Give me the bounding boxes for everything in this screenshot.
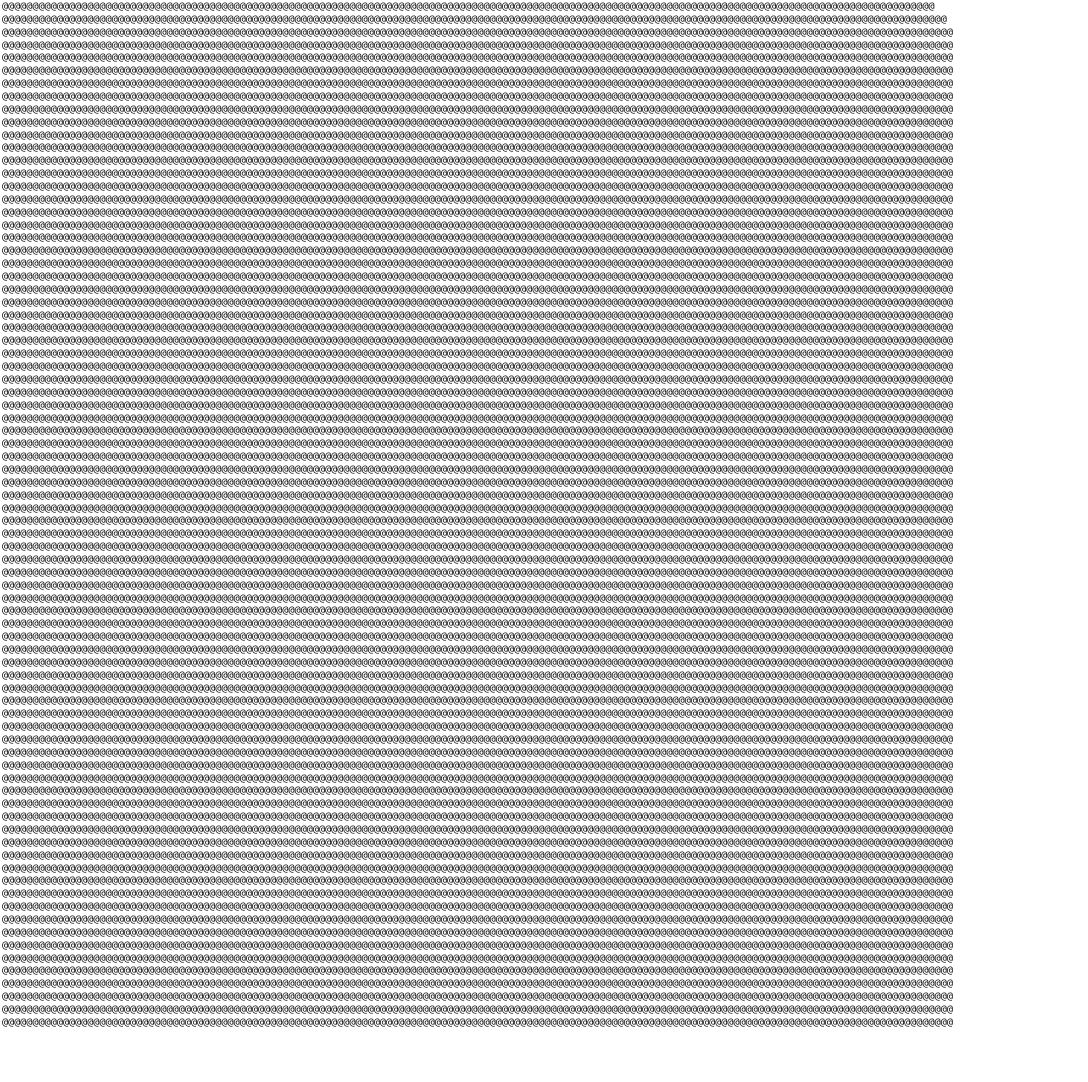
ascii-art-line: @@@@@@@@@@@@@@@@@@@@@@@@@@@@@@@@@@@@@@@@… <box>2 296 953 308</box>
ascii-art-line: @@@@@@@@@@@@@@@@@@@@@@@@@@@@@@@@@@@@@@@@… <box>2 502 953 514</box>
ascii-art-line: @@@@@@@@@@@@@@@@@@@@@@@@@@@@@@@@@@@@@@@@… <box>2 759 953 771</box>
ascii-art-line: @@@@@@@@@@@@@@@@@@@@@@@@@@@@@@@@@@@@@@@@… <box>2 952 953 964</box>
ascii-art-line: @@@@@@@@@@@@@@@@@@@@@@@@@@@@@@@@@@@@@@@@… <box>2 618 953 630</box>
ascii-art-line: @@@@@@@@@@@@@@@@@@@@@@@@@@@@@@@@@@@@@@@@… <box>2 52 953 64</box>
ascii-art-line: @@@@@@@@@@@@@@@@@@@@@@@@@@@@@@@@@@@@@@@@… <box>2 451 953 463</box>
ascii-art-line: @@@@@@@@@@@@@@@@@@@@@@@@@@@@@@@@@@@@@@@@… <box>2 489 953 501</box>
ascii-art-line: @@@@@@@@@@@@@@@@@@@@@@@@@@@@@@@@@@@@@@@@… <box>2 798 953 810</box>
ascii-art-line: @@@@@@@@@@@@@@@@@@@@@@@@@@@@@@@@@@@@@@@@… <box>2 541 953 553</box>
ascii-art-line: @@@@@@@@@@@@@@@@@@@@@@@@@@@@@@@@@@@@@@@@… <box>2 1016 953 1028</box>
ascii-art-line: @@@@@@@@@@@@@@@@@@@@@@@@@@@@@@@@@@@@@@@@… <box>2 39 953 51</box>
ascii-art-line: @@@@@@@@@@@@@@@@@@@@@@@@@@@@@@@@@@@@@@@@… <box>2 181 953 193</box>
ascii-art-line: @@@@@@@@@@@@@@@@@@@@@@@@@@@@@@@@@@@@@@@@… <box>2 708 953 720</box>
ascii-art-line: @@@@@@@@@@@@@@@@@@@@@@@@@@@@@@@@@@@@@@@@… <box>2 283 953 295</box>
ascii-art-line: @@@@@@@@@@@@@@@@@@@@@@@@@@@@@@@@@@@@@@@@… <box>2 142 953 154</box>
ascii-art-line: @@@@@@@@@@@@@@@@@@@@@@@@@@@@@@@@@@@@@@@@… <box>2 939 953 951</box>
ascii-art-line: @@@@@@@@@@@@@@@@@@@@@@@@@@@@@@@@@@@@@@@@… <box>2 772 953 784</box>
ascii-art-line: @@@@@@@@@@@@@@@@@@@@@@@@@@@@@@@@@@@@@@@@… <box>2 631 953 643</box>
ascii-art-line: @@@@@@@@@@@@@@@@@@@@@@@@@@@@@@@@@@@@@@@@… <box>2 361 953 373</box>
ascii-art-line: @@@@@@@@@@@@@@@@@@@@@@@@@@@@@@@@@@@@@@@@… <box>2 682 953 694</box>
ascii-art-line: @@@@@@@@@@@@@@@@@@@@@@@@@@@@@@@@@@@@@@@@… <box>2 129 953 141</box>
ascii-art-line: @@@@@@@@@@@@@@@@@@@@@@@@@@@@@@@@@@@@@@@@… <box>2 193 953 205</box>
ascii-art-line: @@@@@@@@@@@@@@@@@@@@@@@@@@@@@@@@@@@@@@@@… <box>2 836 953 848</box>
ascii-art-line: @@@@@@@@@@@@@@@@@@@@@@@@@@@@@@@@@@@@@@@@… <box>2 206 953 218</box>
ascii-art-line: @@@@@@@@@@@@@@@@@@@@@@@@@@@@@@@@@@@@@@@@… <box>2 669 953 681</box>
ascii-art-line: @@@@@@@@@@@@@@@@@@@@@@@@@@@@@@@@@@@@@@@@… <box>2 463 953 475</box>
ascii-art-line: @@@@@@@@@@@@@@@@@@@@@@@@@@@@@@@@@@@@@@@@… <box>2 721 953 733</box>
ascii-art-line: @@@@@@@@@@@@@@@@@@@@@@@@@@@@@@@@@@@@@@@@… <box>2 862 953 874</box>
ascii-art-line: @@@@@@@@@@@@@@@@@@@@@@@@@@@@@@@@@@@@@@@@… <box>2 245 953 257</box>
ascii-art-line: @@@@@@@@@@@@@@@@@@@@@@@@@@@@@@@@@@@@@@@@… <box>2 991 953 1003</box>
ascii-art-line: @@@@@@@@@@@@@@@@@@@@@@@@@@@@@@@@@@@@@@@@… <box>2 26 953 38</box>
ascii-art-line: @@@@@@@@@@@@@@@@@@@@@@@@@@@@@@@@@@@@@@@@… <box>2 875 953 887</box>
ascii-art-line: @@@@@@@@@@@@@@@@@@@@@@@@@@@@@@@@@@@@@@@@… <box>2 515 953 527</box>
ascii-art-line: @@@@@@@@@@@@@@@@@@@@@@@@@@@@@@@@@@@@@@@@… <box>2 373 953 385</box>
ascii-art-line: @@@@@@@@@@@@@@@@@@@@@@@@@@@@@@@@@@@@@@@@… <box>2 91 953 103</box>
ascii-art-line: @@@@@@@@@@@@@@@@@@@@@@@@@@@@@@@@@@@@@@@@… <box>2 438 953 450</box>
ascii-art-line: @@@@@@@@@@@@@@@@@@@@@@@@@@@@@@@@@@@@@@@@… <box>2 901 953 913</box>
ascii-art-line: @@@@@@@@@@@@@@@@@@@@@@@@@@@@@@@@@@@@@@@@… <box>2 926 953 938</box>
ascii-art-line: @@@@@@@@@@@@@@@@@@@@@@@@@@@@@@@@@@@@@@@@… <box>2 605 953 617</box>
ascii-art-line: @@@@@@@@@@@@@@@@@@@@@@@@@@@@@@@@@@@@@@@@… <box>2 425 953 437</box>
ascii-art-line: @@@@@@@@@@@@@@@@@@@@@@@@@@@@@@@@@@@@@@@@… <box>2 1004 953 1016</box>
ascii-art-line: @@@@@@@@@@@@@@@@@@@@@@@@@@@@@@@@@@@@@@@@… <box>2 232 953 244</box>
ascii-art-line: @@@@@@@@@@@@@@@@@@@@@@@@@@@@@@@@@@@@@@@@… <box>2 914 953 926</box>
ascii-art-line: @@@@@@@@@@@@@@@@@@@@@@@@@@@@@@@@@@@@@@@@… <box>2 155 953 167</box>
ascii-art-line: @@@@@@@@@@@@@@@@@@@@@@@@@@@@@@@@@@@@@@@@… <box>2 746 953 758</box>
ascii-art-line: @@@@@@@@@@@@@@@@@@@@@@@@@@@@@@@@@@@@@@@@… <box>2 219 953 231</box>
ascii-art-line: @@@@@@@@@@@@@@@@@@@@@@@@@@@@@@@@@@@@@@@@… <box>2 656 953 668</box>
ascii-art-line: @@@@@@@@@@@@@@@@@@@@@@@@@@@@@@@@@@@@@@@@… <box>2 528 953 540</box>
ascii-art-line: @@@@@@@@@@@@@@@@@@@@@@@@@@@@@@@@@@@@@@@@… <box>2 592 953 604</box>
ascii-art-line: @@@@@@@@@@@@@@@@@@@@@@@@@@@@@@@@@@@@@@@@… <box>2 1 935 12</box>
ascii-art-line: @@@@@@@@@@@@@@@@@@@@@@@@@@@@@@@@@@@@@@@@… <box>2 65 953 77</box>
ascii-art-line: @@@@@@@@@@@@@@@@@@@@@@@@@@@@@@@@@@@@@@@@… <box>2 322 953 334</box>
ascii-art-line: @@@@@@@@@@@@@@@@@@@@@@@@@@@@@@@@@@@@@@@@… <box>2 168 953 180</box>
ascii-art-line: @@@@@@@@@@@@@@@@@@@@@@@@@@@@@@@@@@@@@@@@… <box>2 103 953 115</box>
ascii-art-line: @@@@@@@@@@@@@@@@@@@@@@@@@@@@@@@@@@@@@@@@… <box>2 13 947 25</box>
ascii-art-line: @@@@@@@@@@@@@@@@@@@@@@@@@@@@@@@@@@@@@@@@… <box>2 579 953 591</box>
ascii-art-line: @@@@@@@@@@@@@@@@@@@@@@@@@@@@@@@@@@@@@@@@… <box>2 965 953 977</box>
ascii-art-line: @@@@@@@@@@@@@@@@@@@@@@@@@@@@@@@@@@@@@@@@… <box>2 412 953 424</box>
ascii-art-line: @@@@@@@@@@@@@@@@@@@@@@@@@@@@@@@@@@@@@@@@… <box>2 643 953 655</box>
ascii-art-line: @@@@@@@@@@@@@@@@@@@@@@@@@@@@@@@@@@@@@@@@… <box>2 399 953 411</box>
ascii-art-line: @@@@@@@@@@@@@@@@@@@@@@@@@@@@@@@@@@@@@@@@… <box>2 811 953 823</box>
ascii-art-line: @@@@@@@@@@@@@@@@@@@@@@@@@@@@@@@@@@@@@@@@… <box>2 476 953 488</box>
ascii-art-line: @@@@@@@@@@@@@@@@@@@@@@@@@@@@@@@@@@@@@@@@… <box>2 888 953 900</box>
ascii-art-line: @@@@@@@@@@@@@@@@@@@@@@@@@@@@@@@@@@@@@@@@… <box>2 566 953 578</box>
ascii-art-line: @@@@@@@@@@@@@@@@@@@@@@@@@@@@@@@@@@@@@@@@… <box>2 271 953 283</box>
ascii-art-line: @@@@@@@@@@@@@@@@@@@@@@@@@@@@@@@@@@@@@@@@… <box>2 733 953 745</box>
ascii-art-canvas: @@@@@@@@@@@@@@@@@@@@@@@@@@@@@@@@@@@@@@@@… <box>2 1 1086 1081</box>
ascii-art-line: @@@@@@@@@@@@@@@@@@@@@@@@@@@@@@@@@@@@@@@@… <box>2 116 953 128</box>
ascii-art-line: @@@@@@@@@@@@@@@@@@@@@@@@@@@@@@@@@@@@@@@@… <box>2 78 953 90</box>
ascii-art-line: @@@@@@@@@@@@@@@@@@@@@@@@@@@@@@@@@@@@@@@@… <box>2 258 953 270</box>
ascii-art-line: @@@@@@@@@@@@@@@@@@@@@@@@@@@@@@@@@@@@@@@@… <box>2 785 953 797</box>
ascii-art-line: @@@@@@@@@@@@@@@@@@@@@@@@@@@@@@@@@@@@@@@@… <box>2 978 953 990</box>
ascii-art-line: @@@@@@@@@@@@@@@@@@@@@@@@@@@@@@@@@@@@@@@@… <box>2 335 953 347</box>
ascii-art-line: @@@@@@@@@@@@@@@@@@@@@@@@@@@@@@@@@@@@@@@@… <box>2 849 953 861</box>
ascii-art-line: @@@@@@@@@@@@@@@@@@@@@@@@@@@@@@@@@@@@@@@@… <box>2 553 953 565</box>
ascii-art-line: @@@@@@@@@@@@@@@@@@@@@@@@@@@@@@@@@@@@@@@@… <box>2 309 953 321</box>
ascii-art-line: @@@@@@@@@@@@@@@@@@@@@@@@@@@@@@@@@@@@@@@@… <box>2 348 953 360</box>
ascii-art-line: @@@@@@@@@@@@@@@@@@@@@@@@@@@@@@@@@@@@@@@@… <box>2 386 953 398</box>
ascii-art-line: @@@@@@@@@@@@@@@@@@@@@@@@@@@@@@@@@@@@@@@@… <box>2 824 953 835</box>
ascii-art-line: @@@@@@@@@@@@@@@@@@@@@@@@@@@@@@@@@@@@@@@@… <box>2 695 953 707</box>
